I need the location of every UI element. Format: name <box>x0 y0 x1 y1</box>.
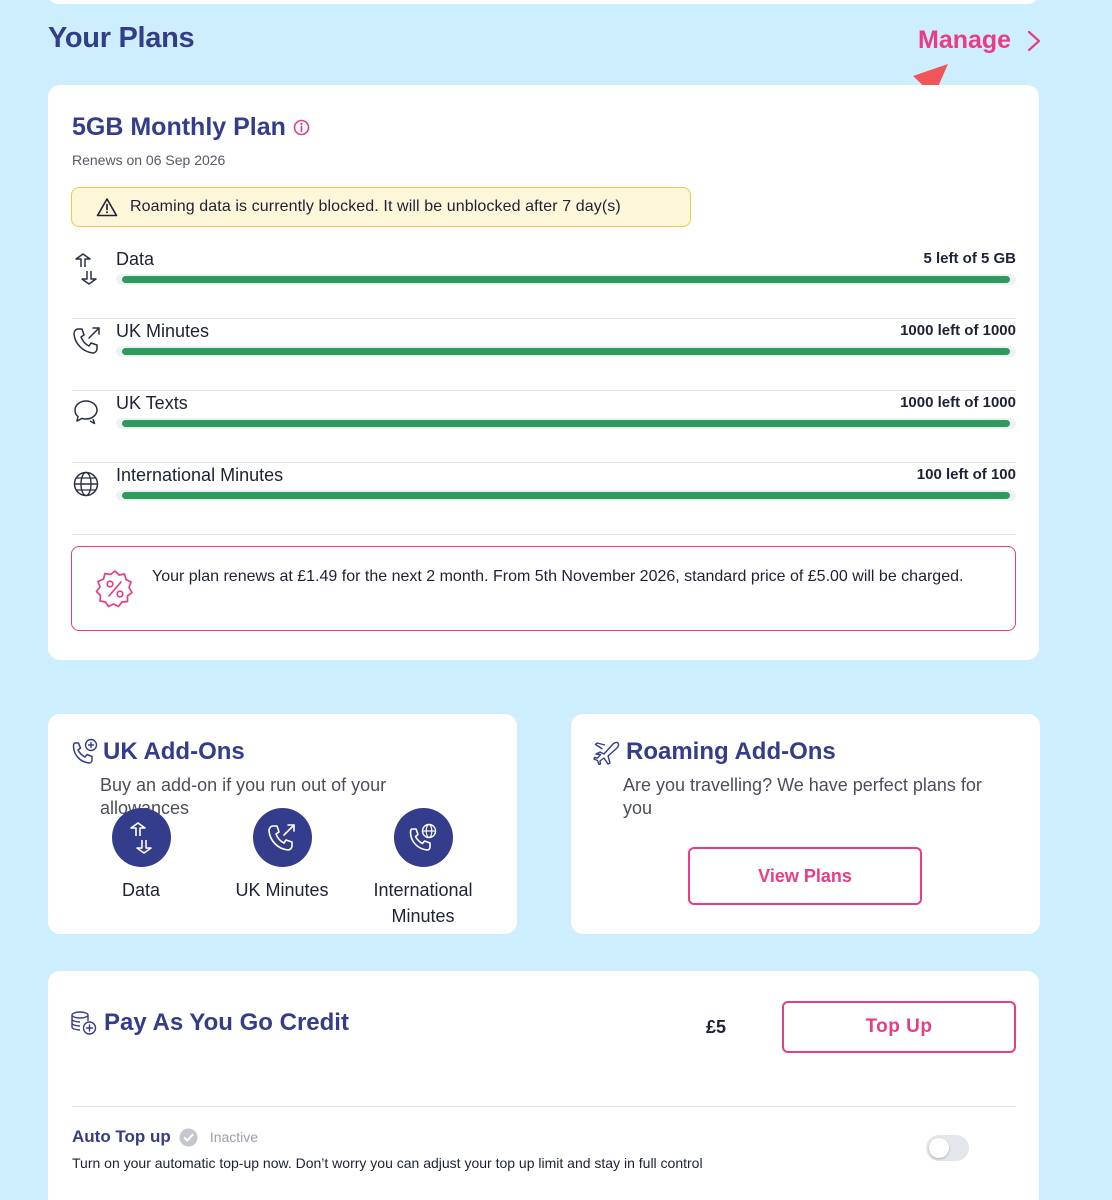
usage-label: UK Minutes <box>116 321 210 341</box>
phone-globe-icon <box>409 823 437 851</box>
coins-plus-icon <box>71 1011 97 1035</box>
usage-amount: 1000 left of 1000 <box>900 394 1016 411</box>
auto-topup-title-row: Auto Top up Inactive <box>72 1127 258 1147</box>
usage-progress-fill <box>122 492 1010 499</box>
plan-renewal-date: Renews on 06 Sep 2026 <box>72 152 226 168</box>
renewal-promo-banner: Your plan renews at £1.49 for the next 2… <box>71 546 1016 631</box>
usage-row-international-minutes: International Minutes 100 left of 100 <box>72 463 1016 535</box>
auto-topup-toggle[interactable] <box>926 1135 969 1161</box>
usage-label: International Minutes <box>116 465 284 485</box>
previous-card-edge <box>48 0 1038 4</box>
data-arrows-icon <box>75 253 97 285</box>
payg-title-row: Pay As You Go Credit <box>70 1009 349 1037</box>
airplane-icon <box>593 741 620 765</box>
usage-progress-bar <box>116 346 1016 357</box>
globe-icon <box>73 471 99 497</box>
auto-topup-label: Auto Top up <box>72 1127 171 1146</box>
addon-data-button[interactable]: Data <box>71 808 211 903</box>
roaming-addons-title-row: Roaming Add-Ons <box>593 738 836 766</box>
divider <box>72 1106 1016 1107</box>
usage-label: Data <box>116 249 155 269</box>
usage-progress-bar <box>116 418 1016 429</box>
usage-progress-fill <box>122 348 1010 355</box>
usage-progress-bar <box>116 274 1016 285</box>
phone-plus-icon <box>72 738 98 764</box>
data-arrows-icon <box>130 821 152 854</box>
addon-icon-circle <box>111 808 171 867</box>
auto-topup-status: Inactive <box>209 1129 259 1145</box>
addon-international-minutes-button[interactable]: International Minutes <box>353 808 493 929</box>
roaming-warning-text: Roaming data is currently blocked. It wi… <box>130 198 621 215</box>
payg-credit-card: Pay As You Go Credit £5 Top Up Auto Top … <box>48 971 1039 1200</box>
auto-topup-description: Turn on your automatic top-up now. Don’t… <box>72 1155 703 1171</box>
usage-progress-bar <box>116 490 1016 501</box>
discount-badge-icon <box>95 570 133 608</box>
manage-link[interactable]: Manage <box>918 26 1041 55</box>
usage-row-data: Data 5 left of 5 GB <box>72 247 1016 319</box>
addon-icon-circle <box>252 808 312 867</box>
usage-amount: 1000 left of 1000 <box>900 322 1016 339</box>
roaming-addons-subtitle: Are you travelling? We have perfect plan… <box>623 775 982 818</box>
payg-title: Pay As You Go Credit <box>104 1009 349 1036</box>
page-title: Your Plans <box>48 22 195 54</box>
check-circle-icon <box>179 1128 198 1146</box>
addon-uk-minutes-button[interactable]: UK Minutes <box>212 808 352 903</box>
plan-name: 5GB Monthly Plan <box>72 113 286 141</box>
usage-row-uk-texts: UK Texts 1000 left of 1000 <box>72 391 1016 463</box>
usage-row-uk-minutes: UK Minutes 1000 left of 1000 <box>72 319 1016 391</box>
addon-label: UK Minutes <box>235 880 329 900</box>
usage-amount: 5 left of 5 GB <box>923 250 1016 267</box>
uk-addons-card: UK Add-Ons Buy an add-on if you run out … <box>48 714 517 934</box>
chevron-right-icon <box>1027 30 1041 51</box>
roaming-warning-banner: Roaming data is currently blocked. It wi… <box>71 187 691 227</box>
usage-amount: 100 left of 100 <box>916 466 1016 483</box>
plan-card: 5GB Monthly Plan Renews on 06 Sep 2026 R… <box>48 85 1039 660</box>
addon-label: International Minutes <box>373 880 473 926</box>
usage-label: UK Texts <box>116 393 188 413</box>
uk-addons-title-row: UK Add-Ons <box>70 738 245 766</box>
top-up-button[interactable]: Top Up <box>782 1001 1016 1053</box>
roaming-addons-title: Roaming Add-Ons <box>626 738 836 765</box>
usage-progress-fill <box>122 276 1010 283</box>
phone-outgoing-icon <box>73 327 100 354</box>
phone-outgoing-icon <box>268 823 295 851</box>
manage-label: Manage <box>918 26 1012 54</box>
toggle-knob <box>929 1138 949 1158</box>
plan-title-row: 5GB Monthly Plan <box>72 113 310 142</box>
roaming-addons-card: Roaming Add-Ons Are you travelling? We h… <box>571 714 1040 934</box>
uk-addons-title: UK Add-Ons <box>103 738 245 765</box>
warning-icon <box>96 198 118 217</box>
view-plans-button[interactable]: View Plans <box>688 847 922 905</box>
chat-bubbles-icon <box>74 400 98 425</box>
addon-label: Data <box>121 880 161 900</box>
payg-balance: £5 <box>706 1017 727 1037</box>
usage-progress-fill <box>122 420 1010 427</box>
addon-icon-circle <box>393 808 453 867</box>
info-icon[interactable] <box>293 119 310 136</box>
renewal-promo-text: Your plan renews at £1.49 for the next 2… <box>152 568 964 585</box>
